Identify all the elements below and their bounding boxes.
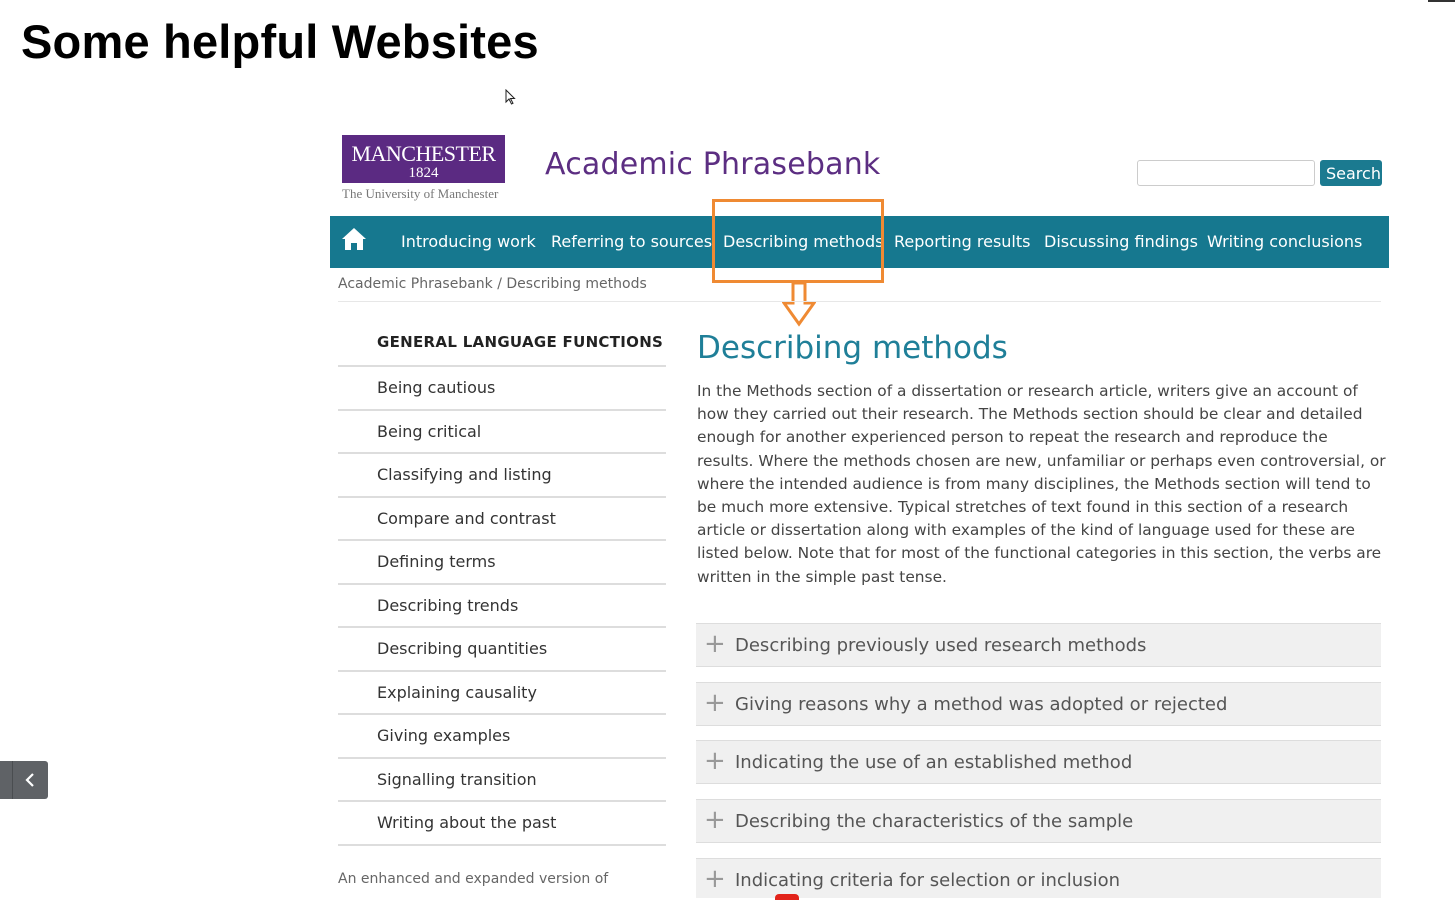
university-logo[interactable]: MANCHESTER 1824 [342,135,505,183]
sidebar-item-describing-quantities[interactable]: Describing quantities [338,628,666,672]
search-button[interactable]: Search [1320,160,1382,186]
content-title: Describing methods [697,330,1008,366]
sidebar-item-compare-and-contrast[interactable]: Compare and contrast [338,498,666,541]
nav-reporting-results[interactable]: Reporting results [894,232,1030,251]
sidebar-heading: GENERAL LANGUAGE FUNCTIONS [338,320,666,367]
sidebar-item-classifying-and-listing[interactable]: Classifying and listing [338,454,666,498]
divider [12,761,13,799]
mouse-cursor-icon [505,89,516,105]
plus-icon: + [704,688,726,718]
sidebar: GENERAL LANGUAGE FUNCTIONS Being cautiou… [338,320,666,846]
site-title[interactable]: Academic Phrasebank [545,147,881,182]
home-icon[interactable] [340,225,368,253]
nav-referring-to-sources[interactable]: Referring to sources [551,232,712,251]
window-edge-line [1428,0,1455,2]
accordion-item[interactable]: + Describing previously used research me… [696,623,1381,667]
breadcrumb[interactable]: Academic Phrasebank / Describing methods [338,276,647,292]
accordion-item[interactable]: + Indicating the use of an established m… [696,740,1381,784]
chevron-left-icon [25,773,34,787]
slide-title: Some helpful Websites [21,15,539,68]
plus-icon: + [704,629,726,659]
search-input[interactable] [1137,160,1315,186]
nav-introducing-work[interactable]: Introducing work [401,232,536,251]
sidebar-item-explaining-causality[interactable]: Explaining causality [338,672,666,715]
sidebar-item-being-cautious[interactable]: Being cautious [338,367,666,411]
sidebar-item-describing-trends[interactable]: Describing trends [338,585,666,628]
red-marker [775,894,799,900]
sidebar-footer-text: An enhanced and expanded version of [338,871,609,887]
content-body: In the Methods section of a dissertation… [697,382,1386,586]
accordion-item[interactable]: + Indicating criteria for selection or i… [696,858,1381,898]
nav-writing-conclusions[interactable]: Writing conclusions [1207,232,1362,251]
website-screenshot: MANCHESTER 1824 The University of Manche… [330,130,1390,898]
accordion-item[interactable]: + Giving reasons why a method was adopte… [696,682,1381,726]
highlight-box [712,199,884,283]
accordion-item[interactable]: + Describing the characteristics of the … [696,799,1381,843]
sidebar-item-giving-examples[interactable]: Giving examples [338,715,666,759]
plus-icon: + [704,746,726,776]
plus-icon: + [704,805,726,835]
slide-back-button[interactable] [0,761,48,799]
sidebar-item-being-critical[interactable]: Being critical [338,411,666,454]
divider [338,301,1381,302]
sidebar-item-defining-terms[interactable]: Defining terms [338,541,666,585]
logo-subtitle: The University of Manchester [342,186,499,201]
arrow-down-icon [782,281,816,327]
sidebar-item-writing-about-the-past[interactable]: Writing about the past [338,802,666,846]
sidebar-item-signalling-transition[interactable]: Signalling transition [338,759,666,802]
nav-discussing-findings[interactable]: Discussing findings [1044,232,1198,251]
plus-icon: + [704,864,726,894]
